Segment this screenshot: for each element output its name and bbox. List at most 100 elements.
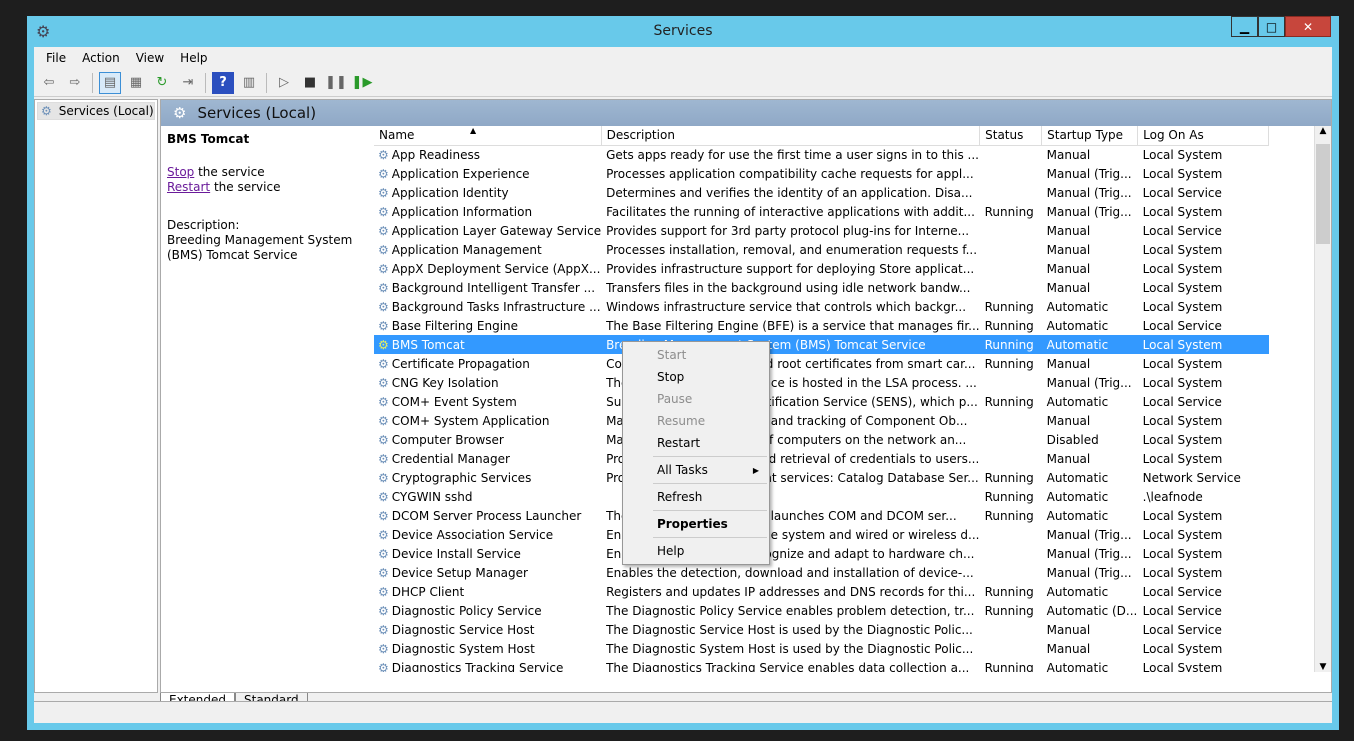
cell-text: Manual (Trig... <box>1046 204 1132 219</box>
table-row[interactable]: ⚙ Background Tasks Infrastructure ... Wind… <box>374 297 1269 316</box>
menu-item-stop[interactable]: Stop <box>625 366 767 388</box>
cell-text: The Diagnostic System Host is used by th… <box>606 641 974 656</box>
table-row[interactable]: ⚙ Application Management Processes install… <box>374 240 1269 259</box>
table-row[interactable]: ⚙ COM+ Event System Supports System Event … <box>374 392 1269 411</box>
cell-log-on-as: Local Service <box>1138 221 1269 240</box>
table-row[interactable]: ⚙ App Readiness Gets apps ready for use th… <box>374 145 1269 164</box>
table-row[interactable]: ⚙ DHCP Client Registers and updates IP add… <box>374 582 1269 601</box>
cell-text: Determines and verifies the identity of … <box>606 185 973 200</box>
menu-item-properties[interactable]: Properties <box>625 513 767 535</box>
toolbar: ⇦ ⇨ ▤ ▦ ↻ ⇥ ? ▥ ▷ ■ ❚❚ ❚▶ <box>34 69 1332 97</box>
tree-item-services-local[interactable]: ⚙ Services (Local) <box>37 102 155 120</box>
cell-text: DCOM Server Process Launcher <box>391 508 582 523</box>
menu-item-help[interactable]: Help <box>625 540 767 562</box>
help-icon[interactable]: ? <box>212 71 234 94</box>
description-label: Description: <box>167 218 240 232</box>
maximize-button[interactable]: □ <box>1258 16 1285 37</box>
cell-text: Automatic <box>1046 470 1109 485</box>
cell-text: Manual (Trig... <box>1046 527 1132 542</box>
column-header-name[interactable]: Name ▲ <box>374 126 602 146</box>
export-list-icon[interactable]: ⇥ <box>177 72 199 94</box>
scroll-up-icon[interactable]: ▲ <box>1315 126 1331 136</box>
cell-description: The Diagnostic System Host is used by th… <box>601 639 980 658</box>
forward-icon[interactable]: ⇨ <box>64 72 86 94</box>
table-row[interactable]: ⚙ Cryptographic Services Provides three ma… <box>374 468 1269 487</box>
table-row[interactable]: ⚙BMS TomcatBreeding Management System (B… <box>374 335 1269 354</box>
vertical-scrollbar[interactable]: ▲ ▼ <box>1314 126 1331 672</box>
table-row[interactable]: ⚙ Application Identity Determines and veri… <box>374 183 1269 202</box>
table-row[interactable]: ⚙ Device Association Service Enables pairi… <box>374 525 1269 544</box>
menu-item-all-tasks[interactable]: All Tasks ▶ <box>625 459 767 481</box>
cell-text: Local System <box>1142 280 1223 295</box>
table-row[interactable]: ⚙ CYGWIN sshd Running Automatic .\leafnode <box>374 487 1269 506</box>
column-header-log-on-as[interactable]: Log On As <box>1137 126 1270 146</box>
cell-text: .\leafnode <box>1142 489 1203 504</box>
table-row[interactable]: ⚙ Credential Manager Provides secure stora… <box>374 449 1269 468</box>
table-row[interactable]: ⚙ Diagnostic System Host The Diagnostic Sy… <box>374 639 1269 658</box>
service-gear-icon: ⚙ <box>378 622 389 637</box>
start-service-icon[interactable]: ▷ <box>273 72 295 94</box>
cell-status <box>980 525 1042 544</box>
table-row[interactable]: ⚙ Diagnostic Service Host The Diagnostic S… <box>374 620 1269 639</box>
service-gear-icon: ⚙ <box>378 641 389 656</box>
stop-service-icon[interactable]: ■ <box>299 72 321 94</box>
cell-status <box>980 278 1042 297</box>
cell-startup-type: Manual (Trig... <box>1042 544 1138 563</box>
cell-startup-type: Automatic <box>1042 658 1138 673</box>
restart-service-link[interactable]: Restart <box>167 180 210 194</box>
menu-help[interactable]: Help <box>172 51 215 65</box>
column-header-description[interactable]: Description <box>601 126 981 146</box>
table-row[interactable]: ⚙ DCOM Server Process Launcher The DCOMLAU… <box>374 506 1269 525</box>
table-row[interactable]: ⚙ Application Experience Processes applica… <box>374 164 1269 183</box>
scroll-down-icon[interactable]: ▼ <box>1315 662 1331 672</box>
table-row[interactable]: ⚙ Application Information Facilitates the … <box>374 202 1269 221</box>
cell-log-on-as: Local System <box>1138 259 1269 278</box>
back-icon[interactable]: ⇦ <box>38 72 60 94</box>
minimize-button[interactable]: ▁ <box>1231 16 1258 37</box>
service-details: BMS Tomcat Stop the service Restart the … <box>167 132 367 263</box>
table-row[interactable]: ⚙ Diagnostics Tracking Service The Diagnos… <box>374 658 1269 673</box>
cell-name: ⚙ DCOM Server Process Launcher <box>374 506 601 525</box>
menu-item-restart[interactable]: Restart <box>625 432 767 454</box>
scroll-thumb[interactable] <box>1316 144 1330 244</box>
refresh-icon[interactable]: ↻ <box>151 72 173 94</box>
pause-service-icon[interactable]: ❚❚ <box>325 72 347 94</box>
cell-text: Facilitates the running of interactive a… <box>606 204 975 219</box>
service-gear-icon: ⚙ <box>378 261 389 276</box>
table-row[interactable]: ⚙ COM+ System Application Manages the conf… <box>374 411 1269 430</box>
menu-action[interactable]: Action <box>74 51 128 65</box>
menu-view[interactable]: View <box>128 51 172 65</box>
cell-startup-type: Automatic <box>1042 316 1138 335</box>
table-row[interactable]: ⚙ Background Intelligent Transfer ... Tran… <box>374 278 1269 297</box>
stop-service-link[interactable]: Stop <box>167 165 194 179</box>
column-header-startup-type[interactable]: Startup Type <box>1041 126 1139 146</box>
cell-text: Manual <box>1046 413 1091 428</box>
table-row[interactable]: ⚙ Application Layer Gateway Service Provid… <box>374 221 1269 240</box>
table-row[interactable]: ⚙ Computer Browser Maintains an updated li… <box>374 430 1269 449</box>
restart-service-icon[interactable]: ❚▶ <box>351 72 373 94</box>
cell-text: The Diagnostics Tracking Service enables… <box>606 660 970 673</box>
table-row[interactable]: ⚙ AppX Deployment Service (AppX... Provide… <box>374 259 1269 278</box>
table-row[interactable]: ⚙ Diagnostic Policy Service The Diagnostic… <box>374 601 1269 620</box>
cell-text: Background Tasks Infrastructure ... <box>391 299 601 314</box>
table-row[interactable]: ⚙ Base Filtering Engine The Base Filtering… <box>374 316 1269 335</box>
close-button[interactable]: ✕ <box>1285 16 1331 37</box>
cell-text: Automatic <box>1046 584 1109 599</box>
table-row[interactable]: ⚙ Certificate Propagation Copies user cert… <box>374 354 1269 373</box>
cell-text: Application Management <box>391 242 542 257</box>
cell-text: Local Service <box>1142 185 1222 200</box>
gear-icon: ⚙ <box>173 104 187 122</box>
cell-text: DHCP Client <box>391 584 465 599</box>
show-hide-console-tree-icon[interactable]: ▤ <box>99 71 121 94</box>
cell-name: ⚙ Application Information <box>374 202 601 221</box>
table-row[interactable]: ⚙ CNG Key Isolation The CNG key isolation … <box>374 373 1269 392</box>
table-row[interactable]: ⚙ Device Setup Manager Enables the detecti… <box>374 563 1269 582</box>
table-row[interactable]: ⚙ Device Install Service Enables a compute… <box>374 544 1269 563</box>
properties-icon[interactable]: ▦ <box>125 72 147 94</box>
show-action-pane-icon[interactable]: ▥ <box>238 72 260 94</box>
cell-text: Manual <box>1046 622 1091 637</box>
menu-item-refresh[interactable]: Refresh <box>625 486 767 508</box>
services-list: Name ▲ Description Status Startup Type Lo… <box>374 126 1331 672</box>
column-header-status[interactable]: Status <box>979 126 1043 146</box>
menu-file[interactable]: File <box>38 51 74 65</box>
